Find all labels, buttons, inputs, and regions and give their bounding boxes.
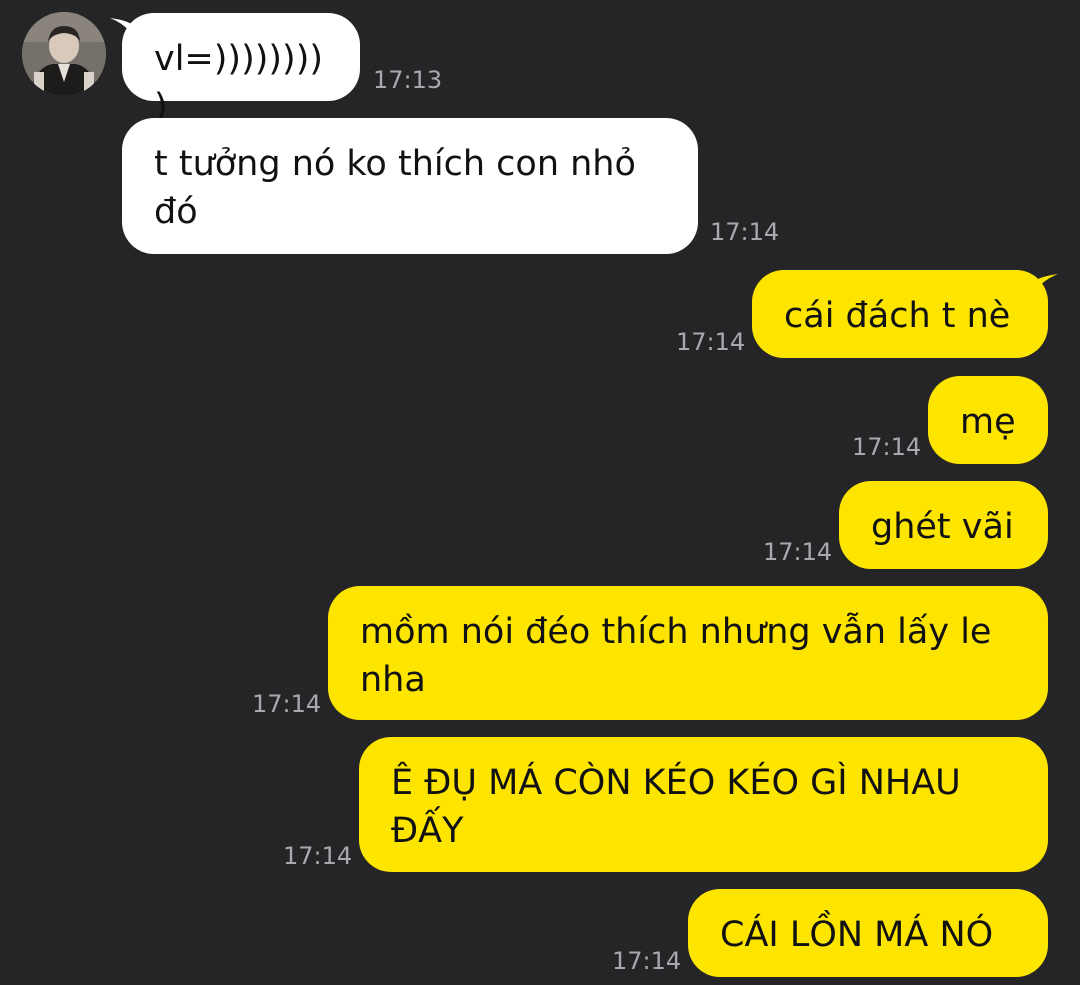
contact-avatar[interactable] [22,12,106,96]
message-text: mồm nói đéo thích nhưng vẫn lấy le nha [360,612,992,700]
message-text: mẹ [960,402,1016,442]
message-bubble-outgoing[interactable]: cái đách t nè [752,270,1048,358]
message-text: ghét vãi [871,507,1014,547]
chat-screen: { "colors": { "background": "#252528", "… [0,0,1080,985]
message-timestamp: 17:14 [612,947,682,975]
message-bubble-outgoing[interactable]: ghét vãi [839,481,1048,569]
message-text: vl=))))))))) [154,39,324,127]
message-timestamp: 17:14 [763,538,833,566]
message-text: t tưởng nó ko thích con nhỏ đó [154,144,636,232]
message-timestamp: 17:13 [373,66,443,94]
message-timestamp: 17:14 [252,690,322,718]
message-bubble-outgoing[interactable]: Ê ĐỤ MÁ CÒN KÉO KÉO GÌ NHAU ĐẤY [359,737,1048,872]
message-bubble-outgoing[interactable]: mồm nói đéo thích nhưng vẫn lấy le nha [328,586,1048,720]
message-text: cái đách t nè [784,296,1011,336]
message-timestamp: 17:14 [852,433,922,461]
message-timestamp: 17:14 [283,842,353,870]
message-text: Ê ĐỤ MÁ CÒN KÉO KÉO GÌ NHAU ĐẤY [391,763,961,851]
message-timestamp: 17:14 [676,328,746,356]
message-timestamp: 17:14 [710,218,780,246]
message-bubble-incoming[interactable]: vl=))))))))) [122,13,360,127]
contact-photo [22,12,106,96]
message-bubble-outgoing[interactable]: mẹ [928,376,1048,464]
message-text: CÁI LỒN MÁ NÓ [720,915,994,955]
message-bubble-outgoing[interactable]: CÁI LỒN MÁ NÓ [688,889,1048,977]
message-bubble-incoming[interactable]: t tưởng nó ko thích con nhỏ đó [122,118,698,254]
